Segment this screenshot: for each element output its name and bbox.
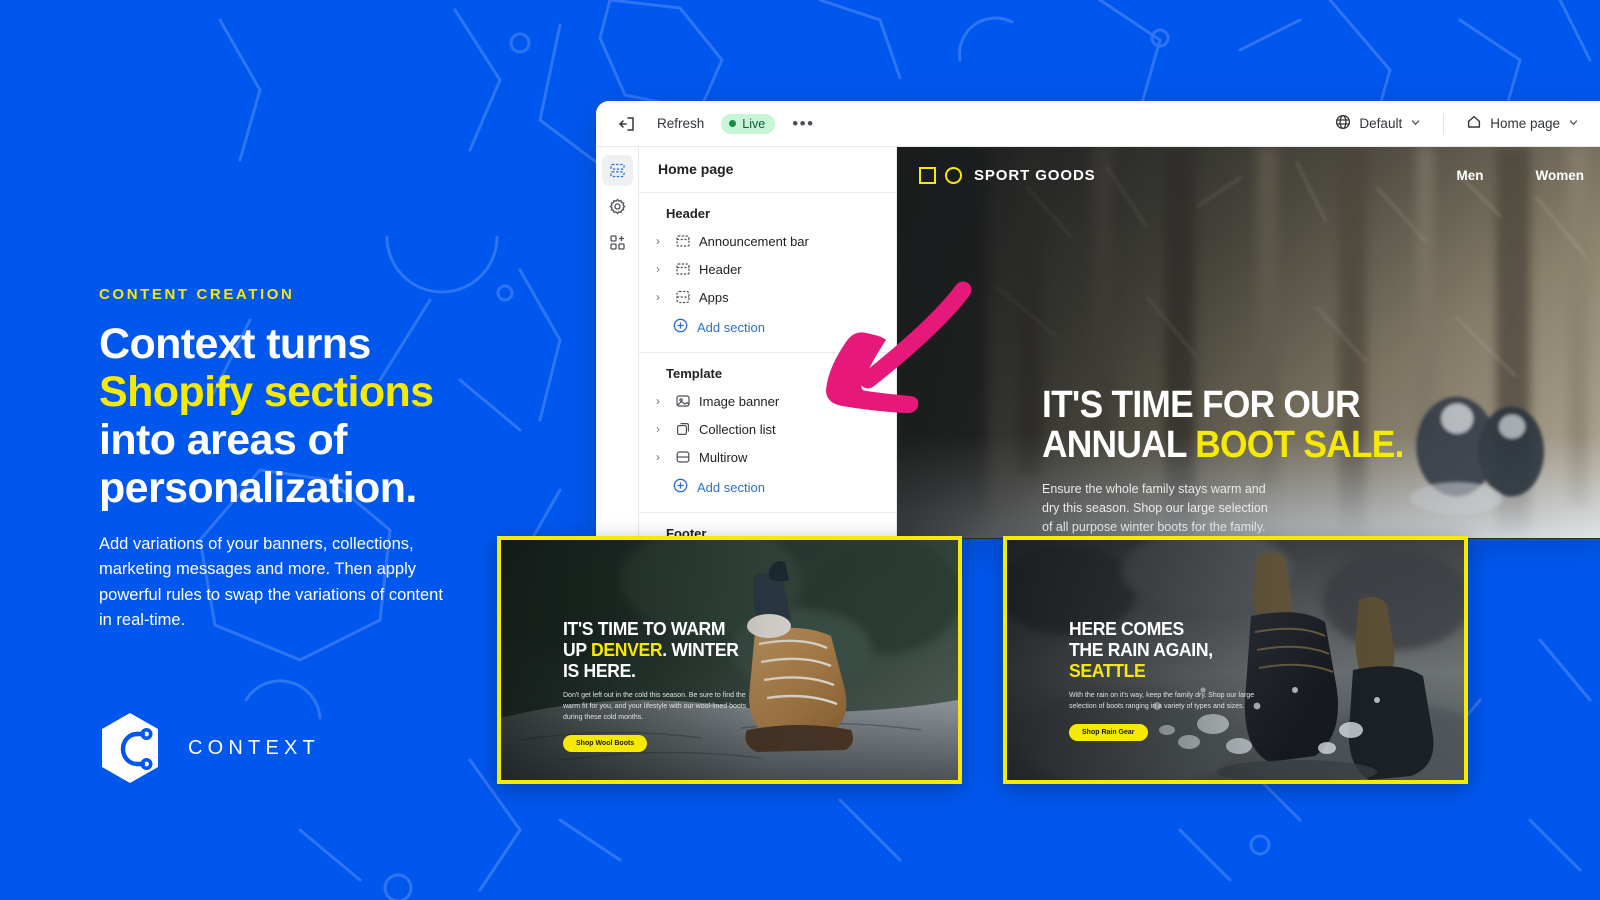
chevron-right-icon[interactable]: ›: [656, 262, 667, 276]
variant-card-denver[interactable]: IT'S TIME TO WARM UP DENVER. WINTER IS H…: [497, 536, 962, 784]
variant-line-2: THE RAIN AGAIN,: [1069, 639, 1213, 661]
section-row-multirow[interactable]: › Multirow: [639, 443, 896, 471]
nav-link-men[interactable]: Men: [1456, 168, 1483, 183]
section-row-collection-list[interactable]: › Collection list: [639, 415, 896, 443]
variant-line-2-highlight: DENVER: [590, 639, 663, 661]
page-selector[interactable]: Home page: [1457, 109, 1588, 138]
headline-line-1: Context turns: [99, 320, 371, 368]
panel-title: Home page: [639, 147, 896, 193]
page-label: Home page: [1490, 116, 1560, 131]
storefront-header: SPORT GOODS Men Women: [897, 147, 1600, 203]
theme-editor-window: Refresh Live ••• Default Home page Home …: [596, 101, 1600, 539]
section-label: Announcement bar: [699, 233, 809, 249]
variant-copy: IT'S TIME TO WARM UP DENVER. WINTER IS H…: [563, 618, 948, 752]
section-label: Header: [699, 261, 742, 277]
variant-body-text: With the rain on it's way, keep the fami…: [1069, 692, 1255, 711]
market-selector[interactable]: Default: [1326, 109, 1430, 138]
marketing-column: CONTENT CREATION Context turns Shopify s…: [99, 286, 499, 634]
section-label: Apps: [699, 289, 729, 305]
globe-icon: [1335, 114, 1351, 133]
hero-headline: IT'S TIME FOR OUR ANNUAL BOOT SALE.: [1042, 385, 1404, 466]
group-label: Header: [666, 206, 711, 221]
exit-icon[interactable]: [614, 111, 640, 137]
hero-banner-copy: IT'S TIME FOR OUR ANNUAL BOOT SALE. Ensu…: [1042, 385, 1431, 538]
refresh-button[interactable]: Refresh: [657, 116, 704, 131]
storefront-preview[interactable]: SPORT GOODS Men Women IT'S TIME FOR OUR …: [897, 147, 1600, 539]
market-label: Default: [1359, 116, 1403, 131]
chevron-down-icon: [1410, 116, 1421, 131]
add-section-label: Add section: [697, 319, 765, 335]
editor-sidebar-rail: [596, 147, 639, 539]
section-label: Collection list: [699, 421, 776, 437]
chevron-right-icon[interactable]: ›: [656, 422, 667, 436]
collection-icon: [675, 421, 691, 437]
sidebar-item-sections[interactable]: [601, 155, 633, 186]
plus-circle-icon: [673, 478, 688, 496]
chevron-right-icon[interactable]: ›: [656, 450, 667, 464]
variant-line-2-post: . WINTER: [662, 639, 739, 661]
add-section-label: Add section: [697, 479, 765, 495]
status-badge: Live: [721, 113, 776, 134]
sport-goods-logo[interactable]: SPORT GOODS: [919, 166, 1096, 184]
chevron-right-icon[interactable]: ›: [656, 290, 667, 304]
variant-line-3: IS HERE.: [563, 660, 636, 682]
context-logo: CONTEXT: [99, 712, 320, 784]
circle-icon: [945, 166, 962, 184]
live-label: Live: [742, 116, 766, 131]
page-title: Context turns Shopify sections into area…: [99, 320, 499, 513]
plus-circle-icon: [673, 318, 688, 336]
variant-line-1: IT'S TIME TO WARM: [563, 618, 726, 639]
context-hexagon-icon: [102, 713, 158, 783]
variant-copy: HERE COMES THE RAIN AGAIN, SEATTLE With …: [1069, 618, 1454, 741]
square-icon: [919, 166, 936, 184]
section-row-announcement-bar[interactable]: › Announcement bar: [639, 227, 896, 255]
hero-line-2-highlight: BOOT SALE.: [1195, 424, 1404, 467]
shop-rain-gear-button[interactable]: Shop Rain Gear: [1069, 723, 1148, 741]
add-section-button-template[interactable]: Add section: [639, 471, 896, 503]
announcement-icon: [675, 233, 691, 249]
apps-section-icon: [675, 289, 691, 305]
hero-line-2-plain: ANNUAL: [1042, 424, 1196, 467]
variant-headline: IT'S TIME TO WARM UP DENVER. WINTER IS H…: [563, 618, 929, 681]
multirow-icon: [675, 449, 691, 465]
variant-body-text: Don't get left out in the cold this seas…: [563, 692, 747, 721]
sidebar-item-apps[interactable]: [602, 227, 633, 258]
variant-line-2-pre: UP: [563, 639, 591, 661]
context-wordmark: CONTEXT: [188, 736, 320, 759]
home-icon: [1466, 114, 1482, 133]
shop-wool-boots-button[interactable]: Shop Wool Boots: [563, 734, 648, 752]
headline-line-4: personalization.: [99, 464, 417, 513]
storefront-nav: Men Women: [1456, 168, 1584, 183]
eyebrow-label: CONTENT CREATION: [99, 286, 295, 303]
variant-line-1: HERE COMES: [1069, 618, 1184, 639]
nav-link-women[interactable]: Women: [1535, 168, 1584, 183]
sidebar-item-theme-settings[interactable]: [602, 191, 633, 222]
live-dot-icon: [729, 120, 737, 127]
chevron-down-icon: [1568, 116, 1579, 131]
variant-line-3-highlight: SEATTLE: [1069, 660, 1146, 682]
header-icon: [675, 261, 691, 277]
headline-line-3: into areas of: [99, 416, 347, 465]
chevron-right-icon[interactable]: ›: [656, 234, 667, 248]
editor-toolbar: Refresh Live ••• Default Home page: [596, 101, 1600, 147]
marketing-body-text: Add variations of your banners, collecti…: [99, 534, 443, 630]
image-icon: [675, 393, 691, 409]
pink-arrow-annotation: [826, 281, 972, 414]
chevron-right-icon[interactable]: ›: [656, 394, 667, 408]
toolbar-divider: [1443, 112, 1445, 135]
section-label: Multirow: [699, 449, 748, 465]
headline-line-2: Shopify sections: [99, 368, 434, 417]
more-options-button[interactable]: •••: [792, 115, 814, 132]
variant-headline: HERE COMES THE RAIN AGAIN, SEATTLE: [1069, 618, 1435, 681]
hero-line-1: IT'S TIME FOR OUR: [1042, 384, 1360, 426]
hero-body-text: Ensure the whole family stays warm and d…: [1042, 481, 1268, 535]
section-label: Image banner: [699, 393, 780, 409]
variant-card-seattle[interactable]: HERE COMES THE RAIN AGAIN, SEATTLE With …: [1003, 536, 1468, 784]
brand-name: SPORT GOODS: [974, 166, 1096, 184]
